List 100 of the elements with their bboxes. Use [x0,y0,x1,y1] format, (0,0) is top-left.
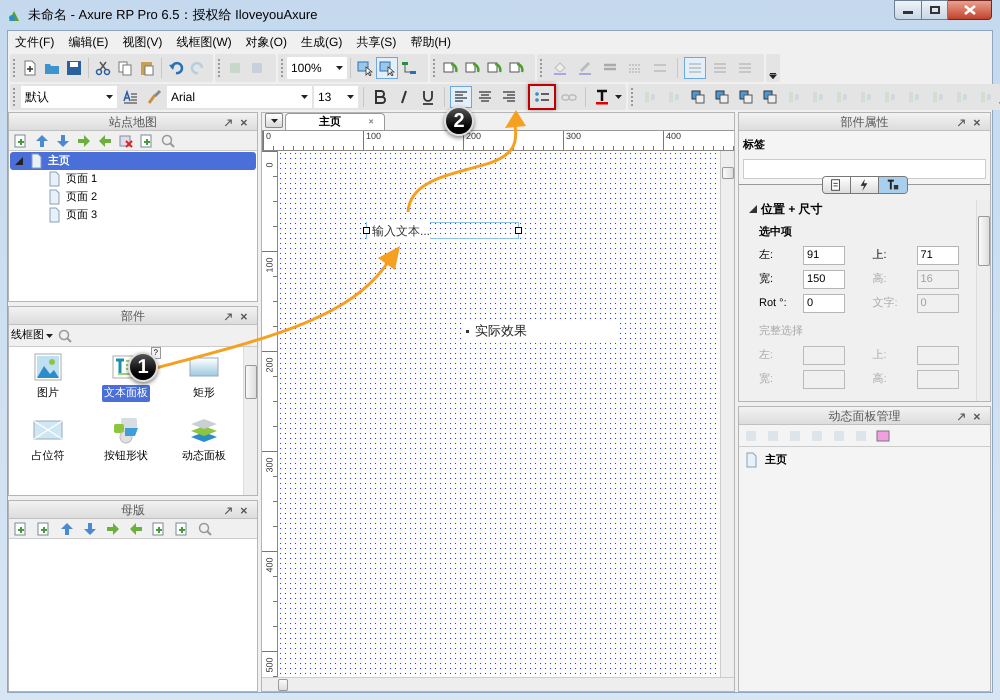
menu-item[interactable]: 生成(G) [298,33,344,51]
expander-icon[interactable] [749,204,757,212]
field-label: 上: [872,248,888,264]
ruler-label: 100 [264,257,276,273]
underline-icon [420,89,436,105]
delete-page-icon [118,132,134,148]
tree-item[interactable]: 页面 3 [46,206,256,224]
scrollbar[interactable] [243,347,257,495]
text-color-icon [594,89,610,105]
design-canvas[interactable]: 输入文本... 实际效果 [278,151,720,677]
tree-item[interactable]: 页面 2 [46,188,256,206]
resize-handle[interactable] [363,227,370,234]
align-button[interactable] [450,86,472,108]
panel-color-icon [875,428,891,444]
bullet-list-button[interactable] [528,84,556,110]
mode-button[interactable] [376,57,398,79]
send-to-back-icon [762,89,778,105]
widget-item-label[interactable]: 占位符 [30,448,66,464]
tree-item[interactable]: 主页 [10,152,256,170]
tree-item[interactable]: 页面 1 [46,170,256,188]
group-title: 选中项 [758,224,793,240]
bullet-list-icon [534,89,550,105]
widget-item-label[interactable]: 按钮形状 [102,448,150,464]
scrollbar[interactable] [262,677,734,691]
send-backward-icon [714,89,730,105]
tab-menu-button[interactable] [265,113,283,128]
label-input[interactable] [743,158,986,178]
caret-icon [301,95,308,99]
ruler-label: 500 [264,657,276,673]
close-icon [964,5,976,15]
ruler-label: 100 [366,131,382,141]
connector-icon [401,60,417,76]
panel-title: 母版 [121,502,145,518]
field-label: 左: [759,248,774,264]
caret-icon [106,95,113,99]
scrollbar[interactable] [720,151,734,677]
bring-to-front-icon [738,89,754,105]
section-title[interactable]: 位置 + 尺寸 [761,200,823,218]
menu-item[interactable]: 文件(F) [13,33,56,51]
menu-item[interactable]: 对象(O) [244,33,289,51]
widget-item-label[interactable]: 文本面板 [102,385,150,402]
style-dropdown[interactable]: 默认 [21,86,117,108]
label-heading: 标签 [743,138,766,153]
clipboard-icon [139,60,155,76]
minimize-button[interactable] [894,0,922,20]
bullet-text-widget[interactable]: 实际效果 [463,321,618,341]
property-tab[interactable] [822,176,850,192]
number-field[interactable]: 71 [916,246,958,265]
scrollbar[interactable] [976,200,990,401]
panel-title: 部件 [121,308,145,324]
panel-title: 站点地图 [109,114,157,130]
caret-icon [336,66,343,70]
field-label: Rot °: [759,296,788,312]
select-contain-icon [379,60,395,76]
copy-icon [117,60,133,76]
search-icon [160,132,176,148]
widget-item-label[interactable]: 矩形 [191,385,217,402]
overflow-icon[interactable] [769,73,777,79]
caret-icon [270,118,278,122]
property-tab[interactable] [850,176,878,192]
field-label: 左: [759,348,774,363]
zoom-dropdown[interactable]: 100% [287,57,347,79]
number-field[interactable]: 0 [803,294,845,313]
library-dropdown[interactable]: 线框图 [11,327,53,344]
maximize-button[interactable] [922,0,948,20]
number-field[interactable]: 150 [803,270,845,289]
property-tab[interactable] [878,176,906,192]
field-label: 文字: [872,296,899,312]
widget-item-label[interactable]: 动态面板 [180,448,228,464]
paint-bucket-icon [552,60,568,76]
window-title: 未命名 - Axure RP Pro 6.5：授权给 IloveyouAxure [28,6,318,24]
close-button[interactable] [948,0,992,20]
search-icon [197,520,213,536]
outdent-icon [97,132,113,148]
field-label: 宽: [759,272,774,288]
pencil-icon [577,60,593,76]
picture-icon [34,353,62,381]
panel-title: 部件属性 [840,114,888,130]
field-label: 高: [872,272,888,288]
text-panel-widget[interactable]: 输入文本... [366,222,519,239]
menu-item[interactable]: 共享(S) [354,33,398,51]
menu-item[interactable]: 视图(V) [120,33,164,51]
search-icon [57,328,73,344]
page-tab[interactable]: 主页 [285,113,385,130]
menu-item[interactable]: 线框图(W) [174,33,234,51]
font-dropdown[interactable]: Arial [167,86,312,108]
tree-item[interactable]: 主页 [743,451,990,469]
ruler-label: 200 [264,357,276,373]
menu-item[interactable]: 帮助(H) [408,33,453,51]
widget-item-label[interactable]: 图片 [35,385,61,402]
text-format-icon [886,176,900,192]
help-marker[interactable]: ? [150,347,161,359]
font-size-dropdown[interactable]: 13 [314,86,358,108]
outdent-icon [128,520,144,536]
ruler-label: 0 [266,131,272,141]
ruler-label: 0 [264,162,276,168]
number-field[interactable]: 91 [803,246,845,265]
menu-item[interactable]: 编辑(E) [66,33,110,51]
text-style-icon [122,89,138,105]
resize-handle[interactable] [515,227,522,234]
